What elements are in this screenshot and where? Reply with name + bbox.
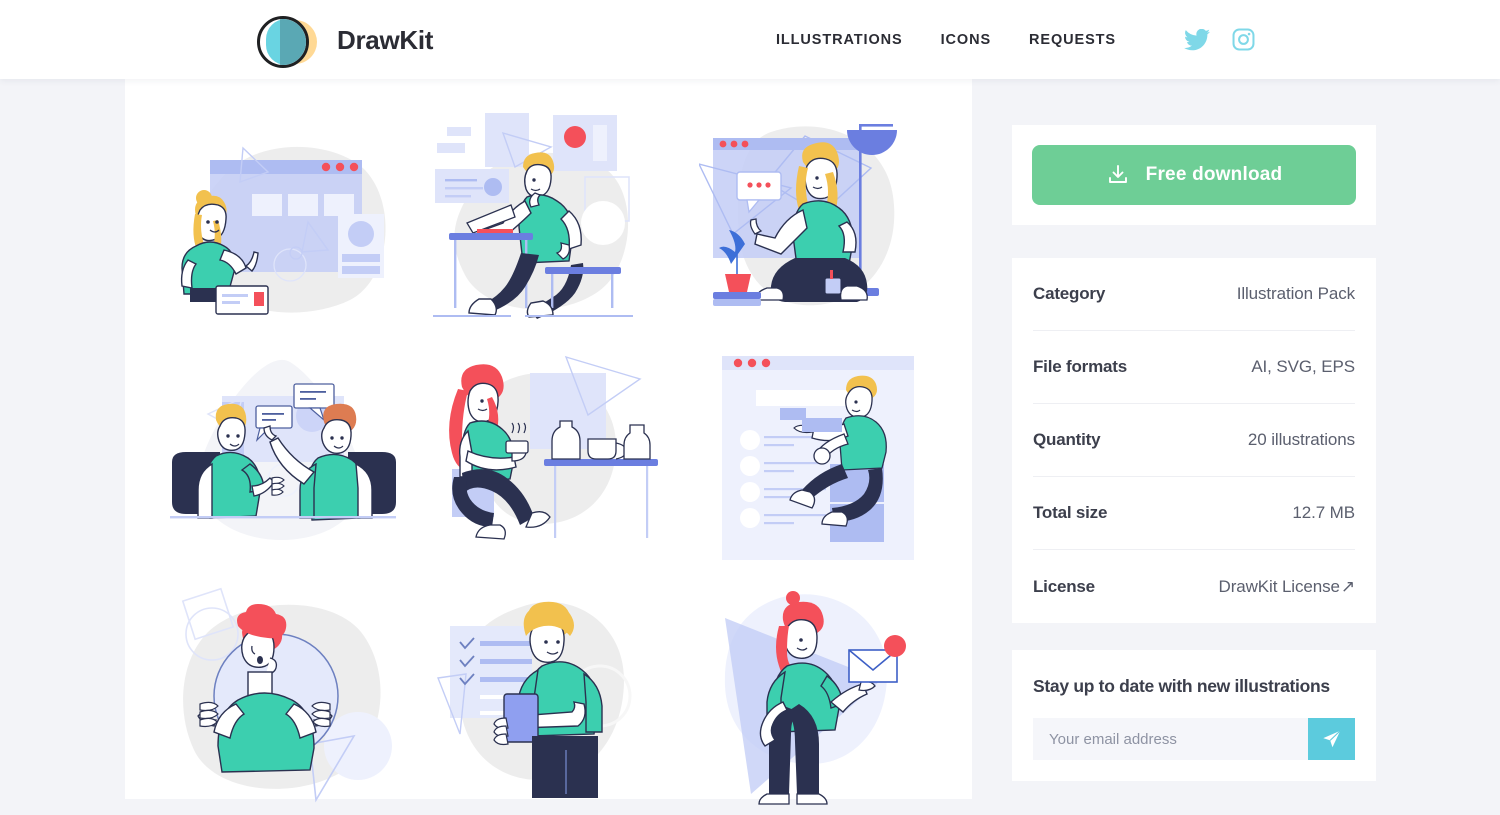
newsletter-email-input[interactable] [1033,718,1308,760]
illustration-woman-holding-envelope[interactable] [684,577,951,815]
meta-row-file-formats: File formats AI, SVG, EPS [1033,331,1355,404]
brand-name: DrawKit [337,24,434,55]
site-header: DrawKit ILLUSTRATIONS ICONS REQUESTS [0,0,1500,79]
meta-label-total-size: Total size [1033,503,1108,522]
download-icon [1108,165,1127,183]
free-download-label: Free download [1145,164,1283,185]
nav-requests[interactable]: REQUESTS [1029,32,1116,48]
meta-value-category: Illustration Pack [1236,284,1355,303]
brand-logo-link[interactable]: DrawKit [255,12,433,68]
license-link[interactable]: DrawKit License ↗ [1218,576,1356,597]
illustration-woman-presenting-dashboard[interactable] [151,101,418,339]
meta-value-file-formats: AI, SVG, EPS [1251,357,1355,376]
newsletter-title: Stay up to date with new illustrations [1033,676,1330,696]
illustration-grid [151,101,951,815]
license-link-label: DrawKit License [1218,576,1340,596]
meta-row-category: Category Illustration Pack [1033,258,1355,331]
meta-value-quantity: 20 illustrations [1247,430,1355,449]
illustration-man-with-checklist[interactable] [418,577,685,815]
external-link-icon: ↗ [1340,576,1355,596]
illustration-woman-sitting-with-chat[interactable] [684,101,951,339]
download-card: Free download [1012,125,1376,225]
drawkit-logo-icon [255,12,321,68]
illustration-man-in-circle-confused[interactable] [151,577,418,815]
meta-label-license: License [1033,576,1095,596]
product-details-card: Category Illustration Pack File formats … [1012,258,1376,623]
logo-right-half [280,19,306,65]
meta-label-file-formats: File formats [1033,357,1127,376]
meta-label-category: Category [1033,284,1106,303]
logo-outline-circle [257,16,309,68]
illustration-man-sitting-on-list-window[interactable] [684,339,951,577]
illustration-two-men-talking[interactable] [151,339,418,577]
nav-icons[interactable]: ICONS [941,32,991,48]
illustration-gallery-panel [125,79,972,805]
twitter-icon[interactable] [1184,28,1210,51]
meta-row-license: License DrawKit License ↗ [1033,550,1355,623]
free-download-button[interactable]: Free download [1032,145,1356,205]
meta-label-quantity: Quantity [1033,430,1101,449]
meta-value-total-size: 12.7 MB [1292,503,1355,522]
meta-row-total-size: Total size 12.7 MB [1033,477,1355,550]
meta-row-quantity: Quantity 20 illustrations [1033,404,1355,477]
newsletter-card: Stay up to date with new illustrations [1012,650,1376,781]
nav-illustrations[interactable]: ILLUSTRATIONS [776,32,903,48]
paper-plane-icon [1322,730,1341,748]
illustration-woman-coffee-break[interactable] [418,339,685,577]
newsletter-form [1033,718,1355,760]
product-sidebar: Free download Category Illustration Pack… [1012,79,1376,781]
illustration-man-working-at-laptop[interactable] [418,101,685,339]
instagram-icon[interactable] [1232,28,1255,51]
newsletter-submit-button[interactable] [1308,718,1355,760]
social-links [1184,28,1255,51]
main-navigation: ILLUSTRATIONS ICONS REQUESTS [776,0,1255,79]
